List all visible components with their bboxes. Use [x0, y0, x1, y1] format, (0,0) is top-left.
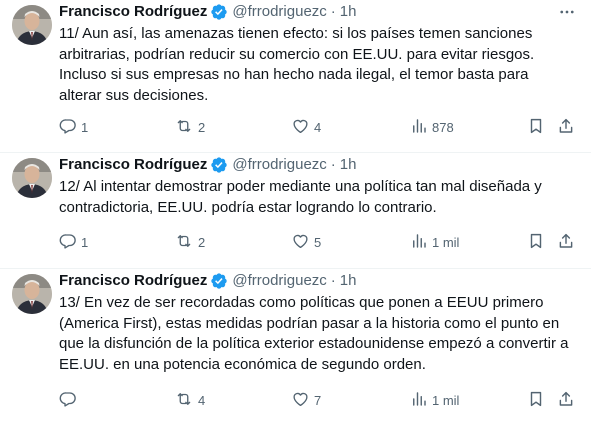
- repost-button[interactable]: 4: [174, 390, 205, 410]
- reply-count: 1: [81, 119, 89, 135]
- tweet-text: 13/ En vez de ser recordadas como políti…: [59, 294, 569, 373]
- repost-button[interactable]: 2: [174, 232, 205, 252]
- views-button[interactable]: 878: [410, 117, 454, 137]
- timestamp[interactable]: 1h: [340, 2, 357, 22]
- avatar[interactable]: [12, 5, 52, 45]
- views-icon: [410, 232, 428, 253]
- tweet[interactable]: Francisco Rodríguez @frrodriguezc · 1h 1…: [0, 269, 591, 426]
- avatar[interactable]: [12, 158, 52, 198]
- author-name[interactable]: Francisco Rodríguez: [59, 2, 207, 22]
- repost-count: 2: [198, 119, 206, 135]
- timestamp[interactable]: 1h: [340, 271, 357, 291]
- like-button[interactable]: 7: [291, 390, 321, 410]
- share-button[interactable]: [557, 117, 575, 137]
- views-count: 1 mil: [432, 234, 460, 250]
- author-name[interactable]: Francisco Rodríguez: [59, 155, 207, 175]
- share-icon: [557, 390, 575, 411]
- like-count: 4: [314, 119, 322, 135]
- reply-button[interactable]: 1: [59, 232, 88, 252]
- separator-dot: ·: [330, 272, 336, 289]
- repost-icon: [174, 390, 194, 411]
- reply-icon: [59, 232, 77, 253]
- reply-icon: [59, 117, 77, 138]
- share-icon: [557, 117, 575, 138]
- like-icon: [291, 117, 310, 138]
- repost-icon: [174, 232, 194, 253]
- bookmark-icon: [527, 390, 545, 411]
- views-icon: [410, 390, 428, 411]
- tweet-text: 12/ Al intentar demostrar poder mediante…: [59, 178, 542, 216]
- bookmark-icon: [527, 117, 545, 138]
- tweet-thread: Francisco Rodríguez @frrodriguezc · 1h 1…: [0, 0, 591, 426]
- like-count: 7: [314, 392, 322, 408]
- author-handle[interactable]: @frrodriguezc: [232, 271, 326, 291]
- tweet-header: Francisco Rodríguez @frrodriguezc · 1h: [59, 2, 356, 22]
- repost-button[interactable]: 2: [174, 117, 205, 137]
- like-button[interactable]: 4: [291, 117, 321, 137]
- views-icon: [410, 117, 428, 138]
- author-handle[interactable]: @frrodriguezc: [232, 2, 326, 22]
- views-count: 878: [432, 119, 454, 135]
- reply-button[interactable]: 1: [59, 117, 88, 137]
- tweet-text: 11/ Aun así, las amenazas tienen efecto:…: [59, 25, 535, 104]
- share-icon: [557, 232, 575, 253]
- repost-count: 4: [198, 392, 206, 408]
- bookmark-button[interactable]: [527, 232, 545, 252]
- share-button[interactable]: [557, 390, 575, 410]
- reply-icon: [59, 390, 77, 411]
- bookmark-button[interactable]: [527, 390, 545, 410]
- more-horizontal-icon[interactable]: [557, 4, 577, 20]
- like-button[interactable]: 5: [291, 232, 321, 252]
- views-button[interactable]: 1 mil: [410, 390, 459, 410]
- bookmark-button[interactable]: [527, 117, 545, 137]
- like-count: 5: [314, 234, 322, 250]
- tweet[interactable]: Francisco Rodríguez @frrodriguezc · 1h 1…: [0, 153, 591, 269]
- views-button[interactable]: 1 mil: [410, 232, 459, 252]
- tweet-header: Francisco Rodríguez @frrodriguezc · 1h: [59, 271, 356, 291]
- share-button[interactable]: [557, 232, 575, 252]
- views-count: 1 mil: [432, 392, 460, 408]
- verified-badge-icon: [210, 156, 228, 174]
- tweet-actions: 4 7 1 mil: [59, 390, 579, 410]
- tweet-header: Francisco Rodríguez @frrodriguezc · 1h: [59, 155, 356, 175]
- repost-icon: [174, 117, 194, 138]
- like-icon: [291, 390, 310, 411]
- verified-badge-icon: [210, 272, 228, 290]
- tweet[interactable]: Francisco Rodríguez @frrodriguezc · 1h 1…: [0, 0, 591, 153]
- author-name[interactable]: Francisco Rodríguez: [59, 271, 207, 291]
- reply-button[interactable]: [59, 390, 77, 410]
- author-handle[interactable]: @frrodriguezc: [232, 155, 326, 175]
- tweet-actions: 1 2 5 1 mil: [59, 232, 579, 252]
- repost-count: 2: [198, 234, 206, 250]
- like-icon: [291, 232, 310, 253]
- reply-count: 1: [81, 234, 89, 250]
- tweet-actions: 1 2 4 878: [59, 117, 579, 137]
- separator-dot: ·: [330, 156, 336, 173]
- verified-badge-icon: [210, 3, 228, 21]
- separator-dot: ·: [330, 3, 336, 20]
- bookmark-icon: [527, 232, 545, 253]
- timestamp[interactable]: 1h: [340, 155, 357, 175]
- avatar[interactable]: [12, 274, 52, 314]
